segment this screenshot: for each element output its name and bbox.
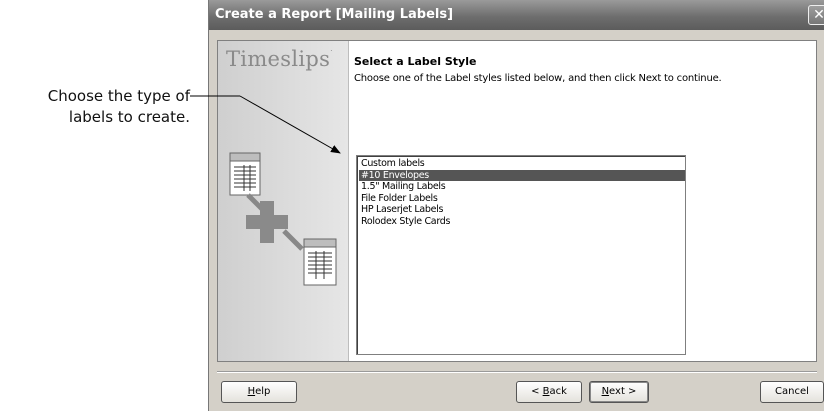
label-style-item[interactable]: File Folder Labels [359,193,685,205]
label-style-item[interactable]: Custom labels [359,158,685,170]
label-style-item[interactable]: 1.5" Mailing Labels [359,181,685,193]
step-heading: Select a Label Style [354,55,477,68]
label-style-item[interactable]: Rolodex Style Cards [359,216,685,228]
help-mnemonic: H [247,386,256,397]
back-label-rest: ack [549,386,567,397]
sheet-document-icon [282,229,337,286]
plus-icon [246,201,288,243]
step-content: Select a Label Style Choose one of the L… [354,55,810,84]
button-separator [217,371,817,373]
wizard-sidebar: Timeslips· [218,41,349,361]
close-icon[interactable]: ✕ [808,5,824,25]
callout-line-1: Choose the type of [47,87,190,105]
logo-text: Timeslips [226,47,331,71]
label-style-item[interactable]: #10 Envelopes [359,169,685,182]
report-wizard-dialog: Create a Report [Mailing Labels] ✕ Times… [208,0,824,411]
step-description: Choose one of the Label styles listed be… [354,73,722,84]
next-label-rest: ext > [609,386,637,397]
label-style-listbox[interactable]: Custom labels #10 Envelopes 1.5" Mailing L… [356,155,686,355]
back-mnemonic: B [542,386,550,397]
title-bar: Create a Report [Mailing Labels] ✕ [209,0,824,30]
timeslips-logo: Timeslips· [226,47,333,71]
callout-line-2: labels to create. [68,108,190,126]
back-prefix: < [531,386,543,397]
labels-illustration [229,152,337,286]
cancel-button[interactable]: Cancel [760,381,824,403]
label-style-item[interactable]: HP Laserjet Labels [359,204,685,216]
next-button[interactable]: Next > [589,381,649,403]
wizard-body: Timeslips· Select a Label Style Choose o… [217,40,817,362]
help-button[interactable]: Help [221,381,297,403]
logo-mark: · [330,47,333,55]
next-mnemonic: N [601,386,610,397]
window-title: Create a Report [Mailing Labels] [215,7,454,22]
help-label-rest: elp [255,386,271,397]
back-button[interactable]: < Back [516,381,582,403]
callout-text: Choose the type of labels to create. [0,86,190,128]
